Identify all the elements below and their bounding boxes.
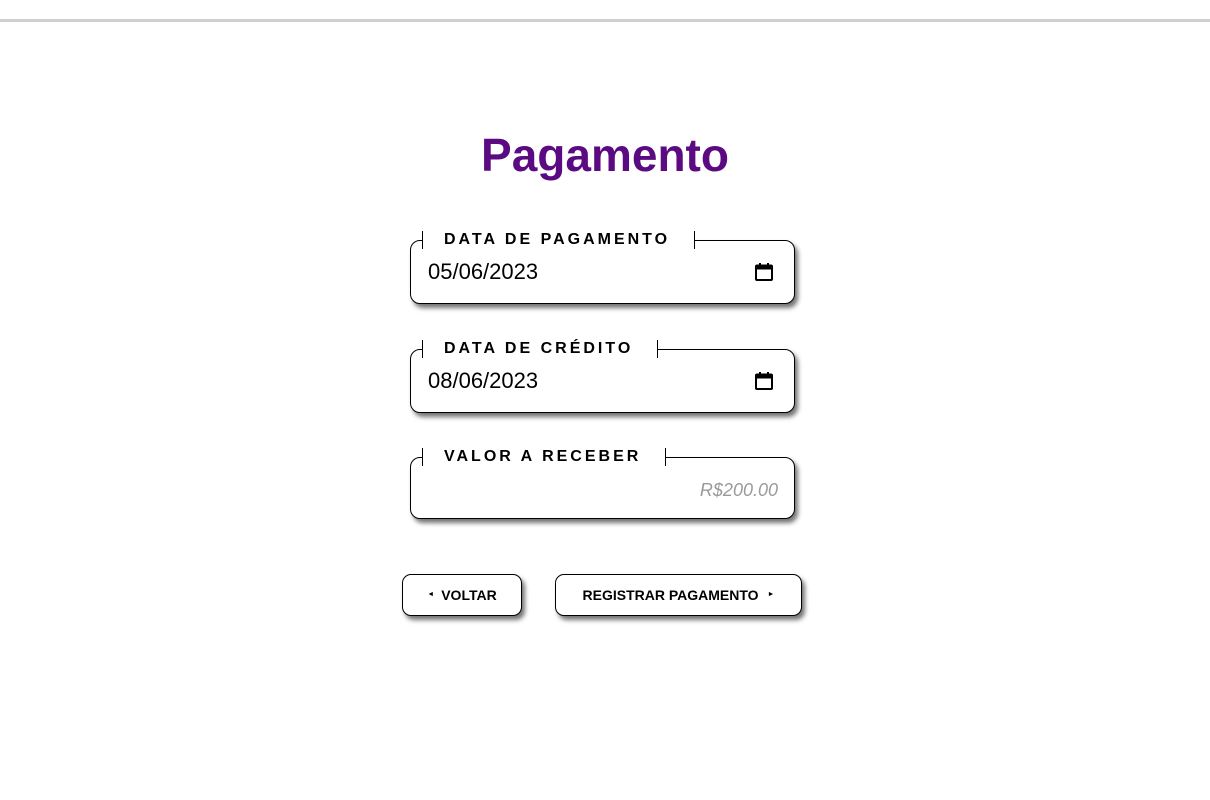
credit-date-label: DATA DE CRÉDITO xyxy=(422,340,659,358)
page-title: Pagamento xyxy=(481,129,729,181)
payment-date-value[interactable]: 05/06/2023 xyxy=(428,259,538,285)
payment-date-label: DATA DE PAGAMENTO xyxy=(422,231,696,249)
calendar-icon[interactable] xyxy=(754,262,774,282)
amount-field[interactable]: VALOR A RECEBER xyxy=(410,448,795,519)
register-payment-button[interactable]: REGISTRAR PAGAMENTO ► xyxy=(555,574,802,616)
back-button-label: VOLTAR xyxy=(441,587,497,603)
calendar-icon[interactable] xyxy=(754,371,774,391)
arrow-right-icon: ► xyxy=(767,591,775,598)
arrow-left-icon: ◄ xyxy=(427,591,435,598)
credit-date-field[interactable]: DATA DE CRÉDITO 08/06/2023 xyxy=(410,340,795,413)
amount-input[interactable] xyxy=(427,477,778,503)
top-bar xyxy=(0,0,1210,22)
payment-date-field[interactable]: DATA DE PAGAMENTO 05/06/2023 xyxy=(410,231,795,304)
back-button[interactable]: ◄ VOLTAR xyxy=(402,574,522,616)
amount-label: VALOR A RECEBER xyxy=(422,448,667,466)
credit-date-value[interactable]: 08/06/2023 xyxy=(428,368,538,394)
register-payment-button-label: REGISTRAR PAGAMENTO xyxy=(582,587,759,603)
